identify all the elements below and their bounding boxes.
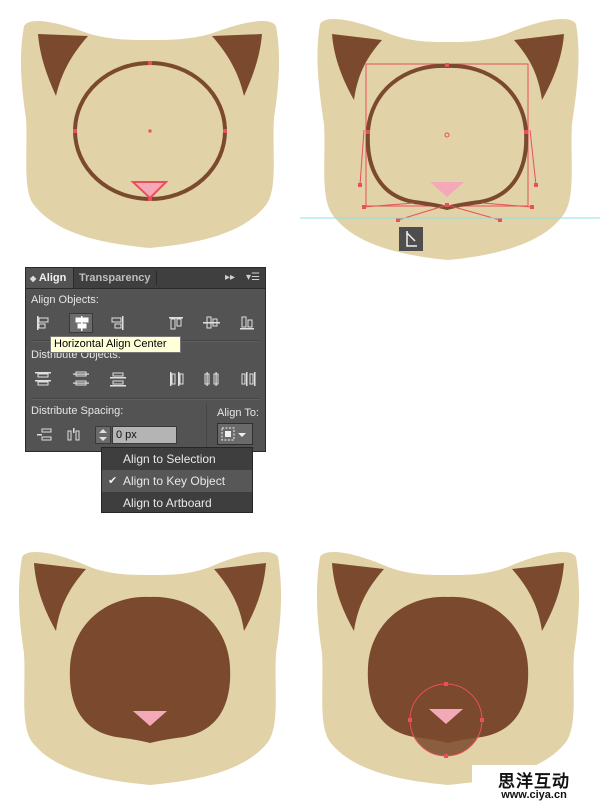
cat-illustration-step-1	[20, 20, 280, 248]
horizontal-distribute-space-button[interactable]	[63, 425, 87, 445]
vertical-distribute-top-icon	[35, 372, 51, 386]
spacing-value-input[interactable]: 0 px	[112, 426, 177, 444]
vertical-distribute-bottom-icon	[110, 372, 126, 387]
panel-tab-bar: ◆ Align Transparency ▸▸ ▾☰	[26, 268, 265, 289]
align-panel: ◆ Align Transparency ▸▸ ▾☰ Align Objects…	[25, 267, 266, 452]
align-to-dropdown-button[interactable]	[217, 423, 253, 445]
vertical-distribute-center-icon	[73, 371, 89, 386]
horizontal-distribute-left-button[interactable]	[165, 369, 189, 389]
cat-illustration-step-4	[316, 552, 580, 785]
align-objects-label: Align Objects:	[31, 294, 99, 306]
panel-divider-vertical	[206, 404, 207, 448]
spacing-stepper[interactable]	[95, 426, 111, 444]
menu-item-label: Align to Artboard	[123, 496, 212, 510]
tab-transparency[interactable]: Transparency	[79, 268, 157, 288]
menu-item-align-to-key-object[interactable]: ✔ Align to Key Object	[102, 470, 252, 492]
watermark-url: www.ciya.cn	[501, 789, 567, 801]
cat-illustration-step-3	[18, 552, 282, 785]
vertical-align-top-button[interactable]	[165, 313, 189, 333]
horizontal-align-right-button[interactable]	[106, 313, 130, 333]
align-to-key-object-icon	[221, 427, 246, 441]
checkmark-icon: ✔	[108, 475, 118, 487]
distribute-spacing-label: Distribute Spacing:	[31, 405, 124, 417]
horizontal-align-right-icon	[111, 316, 124, 330]
vertical-align-bottom-button[interactable]	[236, 313, 260, 333]
tab-align[interactable]: ◆ Align	[26, 268, 74, 288]
vertical-align-top-icon	[169, 317, 183, 330]
tooltip: Horizontal Align Center	[50, 336, 181, 353]
vertical-distribute-space-icon	[37, 428, 52, 441]
tab-divider	[156, 271, 157, 285]
vertical-distribute-top-button[interactable]	[31, 369, 55, 389]
menu-item-align-to-selection[interactable]: Align to Selection	[102, 448, 252, 470]
direct-selection-cursor	[399, 227, 423, 251]
stepper-arrows-icon	[99, 429, 107, 441]
menu-item-align-to-artboard[interactable]: Align to Artboard	[102, 492, 252, 514]
vertical-distribute-space-button[interactable]	[33, 425, 57, 445]
horizontal-distribute-center-icon	[204, 372, 219, 386]
watermark: 思洋互动 www.ciya.cn	[472, 765, 600, 807]
panel-divider	[31, 398, 260, 400]
menu-item-label: Align to Key Object	[123, 474, 226, 488]
horizontal-align-center-button[interactable]	[69, 313, 93, 333]
horizontal-distribute-space-icon	[67, 428, 80, 441]
vertical-align-center-icon	[203, 316, 220, 329]
vertical-distribute-center-button[interactable]	[69, 369, 93, 389]
cat-illustration-step-2	[300, 19, 600, 260]
panel-menu-icon[interactable]: ▾☰	[246, 268, 260, 288]
vertical-align-center-button[interactable]	[200, 313, 224, 333]
collapse-panel-icon[interactable]: ▸▸	[225, 268, 235, 288]
vertical-align-bottom-icon	[240, 316, 254, 330]
horizontal-align-left-icon	[37, 316, 49, 330]
horizontal-distribute-center-button[interactable]	[200, 369, 224, 389]
horizontal-distribute-right-button[interactable]	[236, 369, 260, 389]
anchor-point-cursor-icon	[406, 231, 417, 247]
panel-collapse-icon[interactable]: ◆	[30, 274, 36, 283]
horizontal-align-left-button[interactable]	[31, 313, 55, 333]
horizontal-distribute-left-icon	[170, 372, 184, 386]
align-to-label: Align To:	[217, 407, 259, 419]
menu-item-label: Align to Selection	[123, 452, 216, 466]
tab-align-label: Align	[38, 272, 67, 284]
vertical-distribute-bottom-button[interactable]	[106, 369, 130, 389]
horizontal-distribute-right-icon	[241, 372, 256, 386]
align-to-menu: Align to Selection ✔ Align to Key Object…	[101, 447, 253, 513]
horizontal-align-center-icon	[75, 316, 89, 331]
